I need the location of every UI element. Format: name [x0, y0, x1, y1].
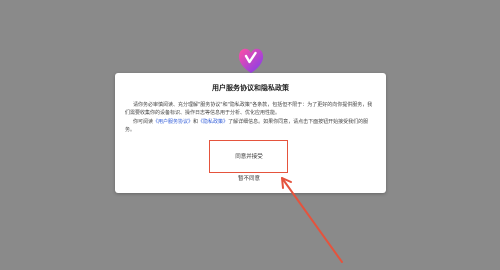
- paragraph-prefix: 你可阅读: [133, 119, 154, 125]
- privacy-policy-link[interactable]: 《隐私政策》: [198, 119, 228, 125]
- agree-button[interactable]: 同意并接受: [215, 151, 283, 164]
- agreement-dialog: 用户服务协议和隐私政策 请你务必审慎阅读、充分理解"服务协议"和"隐私政策"各条…: [115, 73, 386, 193]
- service-agreement-link[interactable]: 《用户服务协议》: [153, 119, 193, 125]
- agreement-links-paragraph: 你可阅读《用户服务协议》和《隐私政策》了解详细信息。如果你同意，请点击下面按钮开…: [125, 118, 377, 134]
- disagree-button[interactable]: 暂不同意: [215, 173, 283, 185]
- agreement-paragraph: 请你务必审慎阅读、充分理解"服务协议"和"隐私政策"各条款，包括但不限于：为了更…: [125, 102, 373, 116]
- app-logo-icon: [238, 48, 264, 73]
- dialog-title: 用户服务协议和隐私政策: [212, 84, 289, 92]
- dialog-body: 请你务必审慎阅读、充分理解"服务协议"和"隐私政策"各条款，包括但不限于：为了更…: [125, 101, 377, 134]
